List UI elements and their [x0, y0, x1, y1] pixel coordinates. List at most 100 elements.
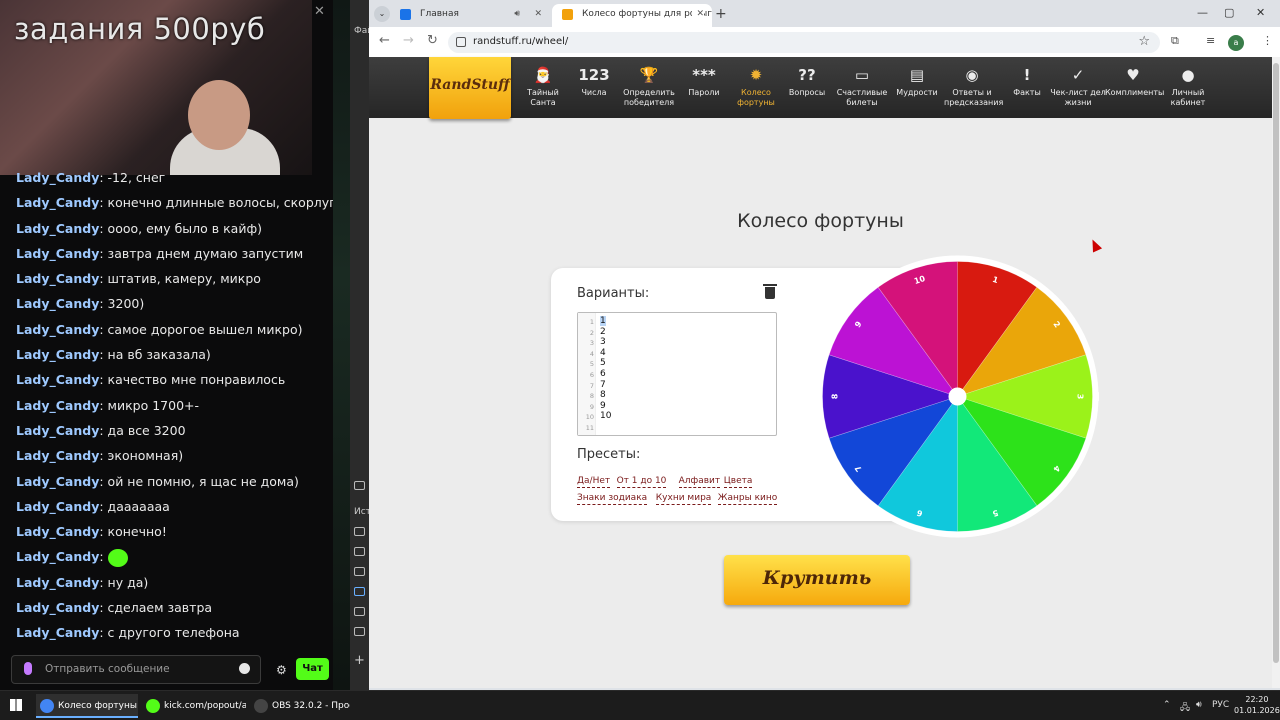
volume-icon[interactable] [354, 547, 365, 556]
chat-username[interactable]: Lady_Candy [16, 423, 99, 438]
menu-icon[interactable]: ⋮ [1262, 34, 1273, 47]
reload-icon[interactable]: ↻ [427, 33, 438, 48]
forward-icon[interactable]: → [403, 33, 414, 48]
close-window-icon[interactable]: ✕ [1256, 6, 1265, 19]
chat-username[interactable]: Lady_Candy [16, 195, 99, 210]
extensions-icon[interactable]: ⧉ [1171, 34, 1179, 48]
nav-item[interactable]: ?? Вопросы [779, 64, 835, 98]
close-icon[interactable]: ✕ [534, 4, 542, 25]
nav-item[interactable]: ◉ Ответы и предсказания [944, 64, 1003, 108]
nav-item[interactable]: ✓ Чек-лист дел жизни [1050, 64, 1106, 108]
preset-link[interactable]: Да/Нет [577, 475, 611, 488]
nav-item[interactable]: *** Пароли [676, 64, 732, 98]
chat-input[interactable]: Отправить сообщение [11, 655, 261, 684]
nav-item[interactable]: ● Личный кабинет [1160, 64, 1216, 108]
taskbar-app[interactable]: Колесо фортуны д... [36, 694, 138, 718]
new-tab-icon[interactable]: + [715, 6, 727, 22]
image-icon[interactable] [354, 527, 365, 536]
preset-link[interactable]: Жанры кино [717, 492, 778, 505]
minimize-icon[interactable]: — [1197, 6, 1208, 19]
network-icon[interactable]: 🖧︎ [1180, 700, 1190, 716]
preset-link[interactable]: От 1 до 10 [616, 475, 667, 488]
chat-username[interactable]: Lady_Candy [16, 246, 99, 261]
variant-line[interactable]: 6 [600, 369, 606, 379]
nav-item[interactable]: ▭ Счастливые билеты [834, 64, 890, 108]
browser-source-icon[interactable] [354, 567, 365, 576]
variants-textarea[interactable]: 1 1 2 2 3 3 4 4 5 5 6 6 7 7 8 8 9 9 10 10 11 [577, 312, 777, 436]
add-icon[interactable]: + [354, 653, 365, 668]
display-icon[interactable] [354, 607, 365, 616]
camera-icon[interactable] [354, 587, 365, 596]
chat-username[interactable]: Lady_Candy [16, 271, 99, 286]
chat-username[interactable]: Lady_Candy [16, 347, 99, 362]
chat-message: Lady_Candy: самое дорогое вышел микро) [0, 320, 333, 345]
language-indicator[interactable]: РУС [1212, 700, 1229, 710]
scrollbar[interactable] [1272, 57, 1280, 688]
nav-item[interactable]: ♥ Комплименты [1105, 64, 1164, 98]
trash-icon[interactable] [763, 284, 777, 299]
chat-username[interactable]: Lady_Candy [16, 625, 99, 640]
bookmark-star-icon[interactable]: ☆ [1138, 34, 1150, 49]
chat-username[interactable]: Lady_Candy [16, 322, 99, 337]
spin-button[interactable]: Крутить [724, 555, 910, 605]
chat-username[interactable]: Lady_Candy [16, 296, 99, 311]
chat-username[interactable]: Lady_Candy [16, 221, 99, 236]
site-info-icon[interactable] [456, 37, 466, 47]
variant-line[interactable]: 5 [600, 358, 606, 368]
chat-username[interactable]: Lady_Candy [16, 499, 99, 514]
variant-line[interactable]: 1 [600, 316, 606, 326]
gear-icon[interactable]: ⚙ [276, 663, 287, 677]
maximize-icon[interactable]: ▢ [1224, 6, 1234, 19]
chat-username[interactable]: Lady_Candy [16, 448, 99, 463]
variant-line[interactable]: 7 [600, 380, 606, 390]
preset-link[interactable]: Кухни мира [655, 492, 712, 505]
nav-item[interactable]: ✹ Колесо фортуны [728, 64, 784, 108]
fortune-wheel[interactable]: 1 2 3 4 5 6 7 8 9 10 [816, 255, 1100, 538]
chat-send-button[interactable]: Чат [296, 658, 329, 680]
close-icon[interactable]: ✕ [314, 4, 330, 20]
back-icon[interactable]: ← [379, 33, 390, 48]
preset-link[interactable]: Алфавит [678, 475, 721, 488]
emoji-icon[interactable] [239, 663, 250, 674]
site-logo[interactable]: RandStuff [429, 57, 511, 119]
chat-username[interactable]: Lady_Candy [16, 600, 99, 615]
microphone-icon[interactable] [24, 662, 32, 675]
profile-avatar[interactable]: a [1228, 35, 1244, 51]
vr-icon[interactable] [354, 627, 365, 636]
chat-username[interactable]: Lady_Candy [16, 524, 99, 539]
tab-home[interactable]: Главная 🔊︎ ✕ [390, 4, 550, 27]
windows-start-icon[interactable] [10, 699, 22, 711]
chat-username[interactable]: Lady_Candy [16, 398, 99, 413]
audio-icon[interactable]: 🔊︎ [514, 4, 520, 25]
chat-username[interactable]: Lady_Candy [16, 474, 99, 489]
nav-item[interactable]: 123 Числа [566, 64, 622, 98]
chat-username[interactable]: Lady_Candy [16, 372, 99, 387]
tab-wheel[interactable]: Колесо фортуны для розыгрыш ✕ [552, 4, 712, 27]
scrollbar-thumb[interactable] [1273, 63, 1279, 663]
nav-item[interactable]: 🎅 Тайный Санта [515, 64, 571, 108]
media-icon[interactable]: ≡ [1206, 34, 1215, 47]
variant-line[interactable]: 3 [600, 337, 606, 347]
chat-username[interactable]: Lady_Candy [16, 549, 99, 564]
nav-item[interactable]: ! Факты [999, 64, 1055, 98]
preset-link[interactable]: Знаки зодиака [577, 492, 648, 505]
taskbar-app[interactable]: kick.com/popout/a... [142, 694, 246, 718]
volume-icon[interactable]: 🔊︎ [1196, 700, 1202, 710]
nav-item[interactable]: ▤ Мудрости [889, 64, 945, 98]
chat-username[interactable]: Lady_Candy [16, 170, 99, 185]
variant-line[interactable]: 2 [600, 327, 606, 337]
variant-line[interactable]: 4 [600, 348, 606, 358]
chat-username[interactable]: Lady_Candy [16, 575, 99, 590]
variant-line[interactable]: 8 [600, 390, 606, 400]
address-bar[interactable]: randstuff.ru/wheel/ ☆ [448, 32, 1160, 53]
variant-line[interactable]: 9 [600, 401, 606, 411]
variant-line[interactable]: 10 [600, 411, 611, 421]
nav-item[interactable]: 🏆 Определить победителя [621, 64, 677, 108]
tray-chevron-icon[interactable]: ⌃ [1163, 700, 1171, 710]
tab-search-icon[interactable]: ⌄ [374, 6, 390, 22]
clock[interactable]: 22:20 01.01.2026 [1234, 694, 1280, 716]
camera-icon[interactable] [354, 481, 365, 490]
close-icon[interactable]: ✕ [692, 4, 704, 25]
preset-link[interactable]: Цвета [723, 475, 753, 488]
taskbar-app[interactable]: OBS 32.0.2 - Проф... [250, 694, 350, 718]
